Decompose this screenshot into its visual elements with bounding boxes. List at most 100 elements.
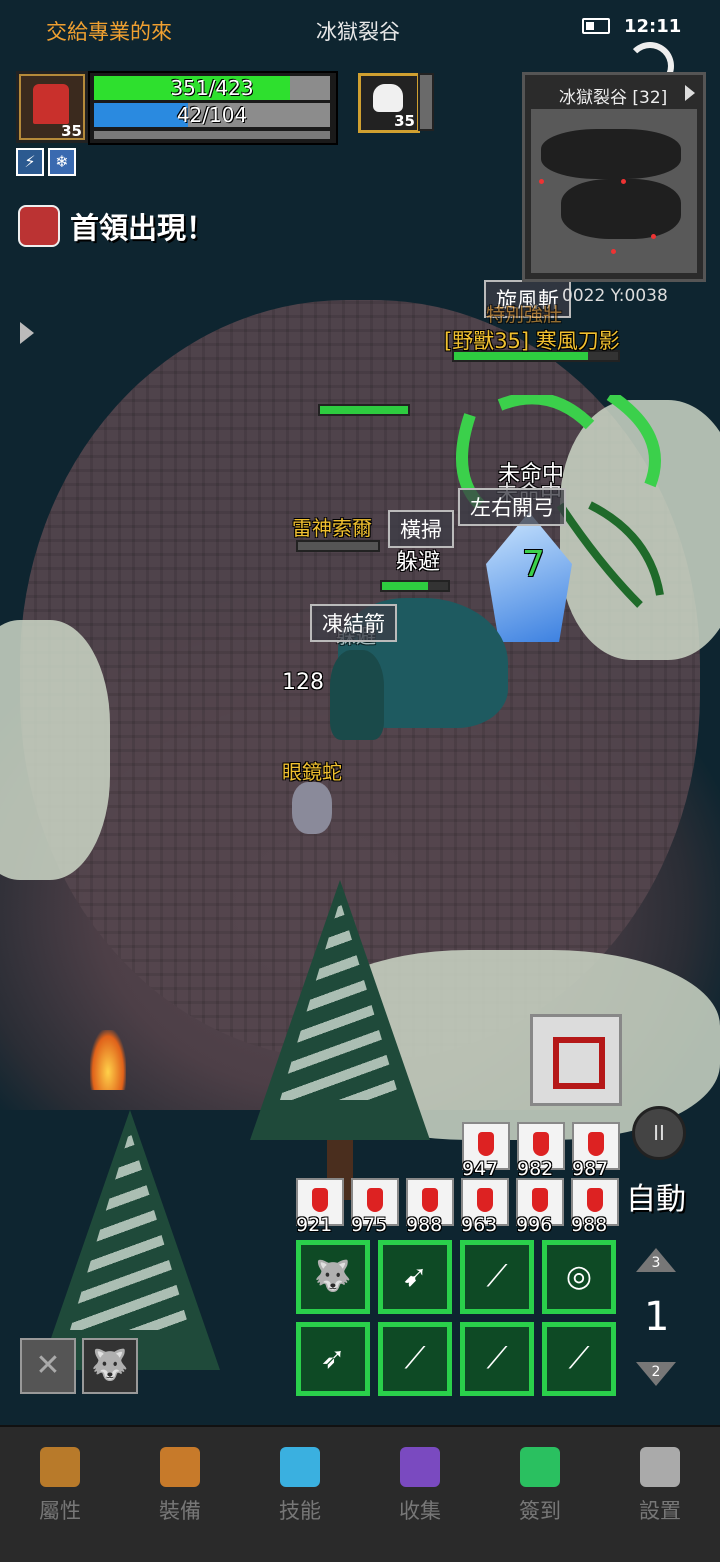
ally-hp-bar: [296, 540, 380, 552]
skull-icon: [373, 84, 403, 112]
bottom-nav: 屬性 裝備 技能 收集 簽到 設置: [0, 1425, 720, 1562]
player-portrait[interactable]: 35: [16, 71, 88, 143]
chevron-right-icon[interactable]: [685, 85, 695, 101]
skill-slot-vortex[interactable]: ◎: [542, 1240, 616, 1314]
nav-item-3[interactable]: 收集: [360, 1427, 480, 1562]
skill-slot-ice-arrow[interactable]: ➶: [296, 1322, 370, 1396]
nav-icon: [40, 1447, 80, 1487]
skill-slot-arrows[interactable]: ⟋: [460, 1322, 534, 1396]
pine-tree: [40, 1110, 220, 1370]
buff-icon[interactable]: ⚡: [16, 148, 44, 176]
pause-button[interactable]: II: [632, 1106, 686, 1160]
potion-slot[interactable]: 996: [516, 1178, 564, 1236]
demon-icon: [18, 205, 60, 247]
pine-tree: [250, 880, 430, 1140]
nav-item-5[interactable]: 設置: [600, 1427, 720, 1562]
nav-icon: [520, 1447, 560, 1487]
nav-item-4[interactable]: 簽到: [480, 1427, 600, 1562]
dodge-text: 躲避: [396, 550, 441, 575]
potion-count: 987: [572, 1158, 609, 1180]
expand-arrow-icon[interactable]: [20, 322, 34, 344]
enemy-hp-bar: [380, 580, 450, 592]
potion-icon: [422, 1188, 438, 1212]
nav-label: 收集: [399, 1499, 441, 1523]
heal-number: 7: [522, 544, 545, 585]
potion-slot[interactable]: 947: [462, 1122, 510, 1180]
nav-icon: [640, 1447, 680, 1487]
nav-icon: [160, 1447, 200, 1487]
coordinates: 0022 Y:0038: [562, 286, 668, 306]
potion-slot[interactable]: 988: [406, 1178, 454, 1236]
guild-name: 交給專業的來: [46, 20, 172, 44]
target-hp-bar: [418, 73, 434, 131]
ally-name: 雷神索爾: [292, 516, 372, 540]
boss-alert-text: 首領出現！: [70, 211, 216, 245]
minimap[interactable]: 冰獄裂谷 [32]: [522, 72, 706, 282]
target-lock-button[interactable]: [530, 1014, 622, 1106]
potion-count: 963: [461, 1214, 498, 1236]
potion-slot[interactable]: 975: [351, 1178, 399, 1236]
skill-popup: 左右開弓: [458, 488, 566, 526]
boss-title: 特別強壯: [486, 304, 563, 326]
potion-slot[interactable]: 988: [571, 1178, 619, 1236]
nav-item-2[interactable]: 技能: [240, 1427, 360, 1562]
nav-label: 設置: [639, 1499, 681, 1523]
snow-patch: [0, 620, 110, 880]
skill-popup: 橫掃: [388, 510, 454, 548]
minimap-title: 冰獄裂谷 [32]: [559, 88, 668, 108]
potion-slot[interactable]: 987: [572, 1122, 620, 1180]
potion-icon: [367, 1188, 383, 1212]
nav-item-0[interactable]: 屬性: [0, 1427, 120, 1562]
battery-icon: [582, 18, 610, 34]
potion-slot[interactable]: 921: [296, 1178, 344, 1236]
buff-list: ⚡ ❄: [16, 148, 76, 176]
minimap-view: [531, 109, 697, 273]
player-character: [330, 650, 384, 740]
nav-item-1[interactable]: 裝備: [120, 1427, 240, 1562]
skill-slot-arrows[interactable]: ⟋: [542, 1322, 616, 1396]
potion-slot[interactable]: 982: [517, 1122, 565, 1180]
potion-icon: [533, 1132, 549, 1156]
damage-number: 128: [282, 670, 324, 695]
clock: 12:11: [624, 16, 682, 37]
nav-label: 屬性: [39, 1499, 81, 1523]
potion-icon: [312, 1188, 328, 1212]
potion-icon: [587, 1188, 603, 1212]
empty-slot[interactable]: ✕: [20, 1338, 76, 1394]
potion-count: 947: [462, 1158, 499, 1180]
nav-label: 裝備: [159, 1499, 201, 1523]
campfire: [90, 1030, 126, 1090]
potion-icon: [478, 1132, 494, 1156]
potion-count: 996: [516, 1214, 553, 1236]
skill-slot-shot[interactable]: ➹: [378, 1240, 452, 1314]
avatar: [33, 84, 69, 124]
pet-slot[interactable]: 🐺: [82, 1338, 138, 1394]
nav-label: 技能: [279, 1499, 321, 1523]
skill-slot-arrows[interactable]: ⟋: [460, 1240, 534, 1314]
target-level: 35: [394, 112, 415, 130]
potion-count: 988: [571, 1214, 608, 1236]
hp-bar: 351/423: [94, 76, 330, 100]
potion-count: 988: [406, 1214, 443, 1236]
potion-slot[interactable]: 963: [461, 1178, 509, 1236]
potion-count: 921: [296, 1214, 333, 1236]
exp-bar: [94, 131, 330, 139]
boss-name: [野獸35] 寒風刀影: [444, 329, 620, 353]
skill-slot-wolf[interactable]: 🐺: [296, 1240, 370, 1314]
skill-page-number: 1: [644, 1294, 670, 1340]
zone-name: 冰獄裂谷: [316, 20, 400, 44]
skill-popup: 凍結箭: [310, 604, 397, 642]
auto-button[interactable]: 自動: [626, 1174, 686, 1218]
nav-label: 簽到: [519, 1499, 561, 1523]
nav-icon: [280, 1447, 320, 1487]
cobra-monster[interactable]: [292, 782, 332, 834]
mp-text: 42/104: [176, 103, 248, 127]
potion-icon: [477, 1188, 493, 1212]
enemy-name: 眼鏡蛇: [282, 760, 342, 784]
target-portrait[interactable]: 35: [358, 73, 420, 133]
skill-slot-arrows[interactable]: ⟋: [378, 1322, 452, 1396]
nav-icon: [400, 1447, 440, 1487]
enemy-hp-bar: [318, 404, 410, 416]
mp-bar: 42/104: [94, 103, 330, 127]
buff-icon[interactable]: ❄: [48, 148, 76, 176]
